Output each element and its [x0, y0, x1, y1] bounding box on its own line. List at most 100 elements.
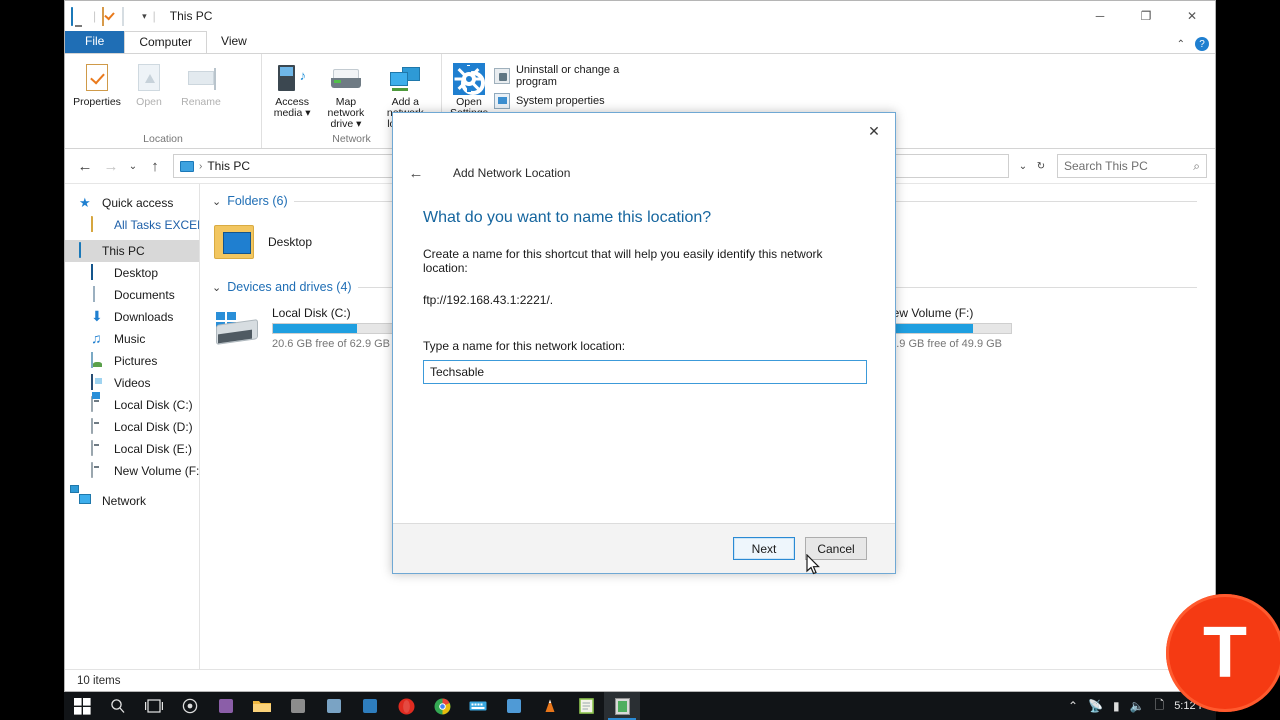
list-item[interactable]: Local Disk (C:) 20.6 GB free of 62.9 GB [214, 298, 414, 358]
group-header-folders-label: Folders (6) [227, 194, 288, 208]
open-settings-button[interactable]: Open Settings [448, 58, 490, 119]
channel-watermark-logo: T [1166, 594, 1280, 712]
name-field-label: Type a name for this network location: [423, 339, 626, 353]
close-icon[interactable]: ✕ [859, 119, 889, 143]
app-photo-icon[interactable] [316, 692, 352, 720]
forward-button[interactable]: → [99, 154, 123, 178]
recent-locations-button[interactable]: ⌄ [125, 154, 141, 178]
sidebar-item-label: Network [102, 494, 147, 508]
quick-access-toolbar: | ▾ | This PC [65, 7, 212, 26]
refresh-icon[interactable]: ↻ [1033, 154, 1049, 178]
tab-computer[interactable]: Computer [124, 31, 208, 54]
sidebar-item-label: Documents [114, 288, 175, 302]
sidebar-item-music[interactable]: ♫ Music [65, 328, 199, 350]
tab-view[interactable]: View [207, 31, 261, 53]
search-icon: ⌕ [1193, 158, 1200, 173]
vlc-icon[interactable] [532, 692, 568, 720]
map-network-drive-button[interactable]: Map network drive ▾ [316, 58, 375, 130]
up-button[interactable]: ↑ [143, 154, 167, 178]
dialog-heading: What do you want to name this location? [423, 209, 712, 226]
breadcrumb-label: This PC [207, 159, 251, 173]
show-hidden-icons-icon[interactable]: ⌃ [1068, 699, 1078, 713]
sidebar-item-videos[interactable]: Videos [65, 372, 199, 394]
paint-icon[interactable] [496, 692, 532, 720]
chevron-down-icon[interactable]: ⌄ [212, 195, 221, 208]
minimize-button[interactable]: ─ [1077, 1, 1123, 31]
ribbon-right-controls: ⌃ ? [1177, 37, 1209, 51]
sidebar-item-documents[interactable]: Documents [65, 284, 199, 306]
documents-icon [91, 286, 107, 303]
search-icon[interactable] [100, 692, 136, 720]
chevron-down-icon[interactable]: ▾ [142, 11, 147, 22]
properties-check-icon[interactable] [102, 7, 118, 26]
properties-label: Properties [73, 96, 121, 108]
desktop-icon [91, 264, 107, 281]
network-location-name-input[interactable] [423, 360, 867, 384]
folder-desktop-icon [214, 223, 258, 261]
capacity-fill [273, 324, 358, 333]
sidebar-item-downloads[interactable]: ⬇ Downloads [65, 306, 199, 328]
help-icon[interactable]: ? [1195, 37, 1209, 51]
back-button[interactable]: ← [73, 154, 97, 178]
sidebar-item-quick-access[interactable]: ★ Quick access [65, 192, 199, 214]
network-tray-icon[interactable]: 📡 [1088, 699, 1103, 713]
videos-icon [91, 374, 107, 391]
close-button[interactable]: ✕ [1169, 1, 1215, 31]
pictures-icon [91, 352, 107, 369]
list-item[interactable]: Desktop [214, 212, 404, 272]
list-item-label: Desktop [268, 235, 313, 249]
active-app-icon[interactable] [604, 692, 640, 720]
access-media-button[interactable]: ♪ Access media ▾ [268, 58, 316, 119]
sidebar-item-label: Desktop [114, 266, 159, 280]
sidebar-item-pictures[interactable]: Pictures [65, 350, 199, 372]
action-center-icon[interactable]: 🗋 [1155, 696, 1165, 717]
sidebar-item-all-tasks-excel[interactable]: All Tasks EXCEL📌 [65, 214, 199, 236]
sidebar-item-new-volume-f[interactable]: New Volume (F:) [65, 460, 199, 482]
volume-icon[interactable]: 🔈 [1130, 699, 1145, 713]
chevron-down-icon[interactable]: ⌄ [212, 281, 221, 294]
task-view-icon[interactable] [136, 692, 172, 720]
maximize-button[interactable]: ❐ [1123, 1, 1169, 31]
dialog-description: Create a name for this shortcut that wil… [423, 247, 823, 275]
group-header-devices-label: Devices and drives (4) [227, 280, 352, 294]
address-dropdown-icon[interactable]: ⌄ [1015, 154, 1031, 178]
app-blue-icon[interactable] [352, 692, 388, 720]
start-icon[interactable] [64, 692, 100, 720]
screen: | ▾ | This PC ─ ❐ ✕ File Computer View ⌃… [0, 0, 1280, 720]
music-icon: ♫ [91, 330, 102, 346]
app-gray-icon[interactable] [280, 692, 316, 720]
notepad-icon[interactable] [568, 692, 604, 720]
open-button[interactable]: Open [123, 58, 175, 108]
tab-file[interactable]: File [65, 31, 125, 53]
list-item[interactable]: New Volume (F:) 14.9 GB free of 49.9 GB [884, 298, 1104, 358]
keyboard-icon[interactable] [460, 692, 496, 720]
chrome-icon[interactable] [424, 692, 460, 720]
map-network-drive-icon [330, 62, 362, 94]
system-properties-command[interactable]: System properties [493, 93, 642, 109]
back-icon[interactable]: ← [407, 165, 425, 182]
next-button[interactable]: Next [733, 537, 795, 560]
gear-icon [452, 62, 485, 95]
sidebar-item-local-disk-c[interactable]: Local Disk (C:) [65, 394, 199, 416]
sidebar-item-this-pc[interactable]: This PC [65, 240, 199, 262]
address-bar-right: ⌄ ↻ Search This PC ⌕ [1015, 154, 1207, 178]
cortana-icon[interactable] [172, 692, 208, 720]
blank-icon[interactable] [122, 7, 138, 26]
app-purple-icon[interactable] [208, 692, 244, 720]
add-network-location-icon [389, 62, 421, 94]
file-explorer-icon[interactable] [244, 692, 280, 720]
sidebar-item-desktop[interactable]: Desktop [65, 262, 199, 284]
battery-icon[interactable]: ▮ [1113, 699, 1120, 713]
sidebar-item-local-disk-e[interactable]: Local Disk (E:) [65, 438, 199, 460]
windows-drive-icon [91, 396, 107, 413]
opera-icon[interactable] [388, 692, 424, 720]
sidebar-item-label: Local Disk (E:) [114, 442, 193, 456]
dialog-title: Add Network Location [453, 166, 571, 180]
sidebar-item-network[interactable]: Network [65, 490, 199, 512]
collapse-ribbon-icon[interactable]: ⌃ [1177, 39, 1185, 50]
properties-button[interactable]: Properties [71, 58, 123, 108]
uninstall-program-command[interactable]: Uninstall or change a program [493, 64, 642, 88]
rename-button[interactable]: Rename [175, 58, 227, 108]
sidebar-item-local-disk-d[interactable]: Local Disk (D:) [65, 416, 199, 438]
search-input[interactable]: Search This PC ⌕ [1057, 154, 1207, 178]
